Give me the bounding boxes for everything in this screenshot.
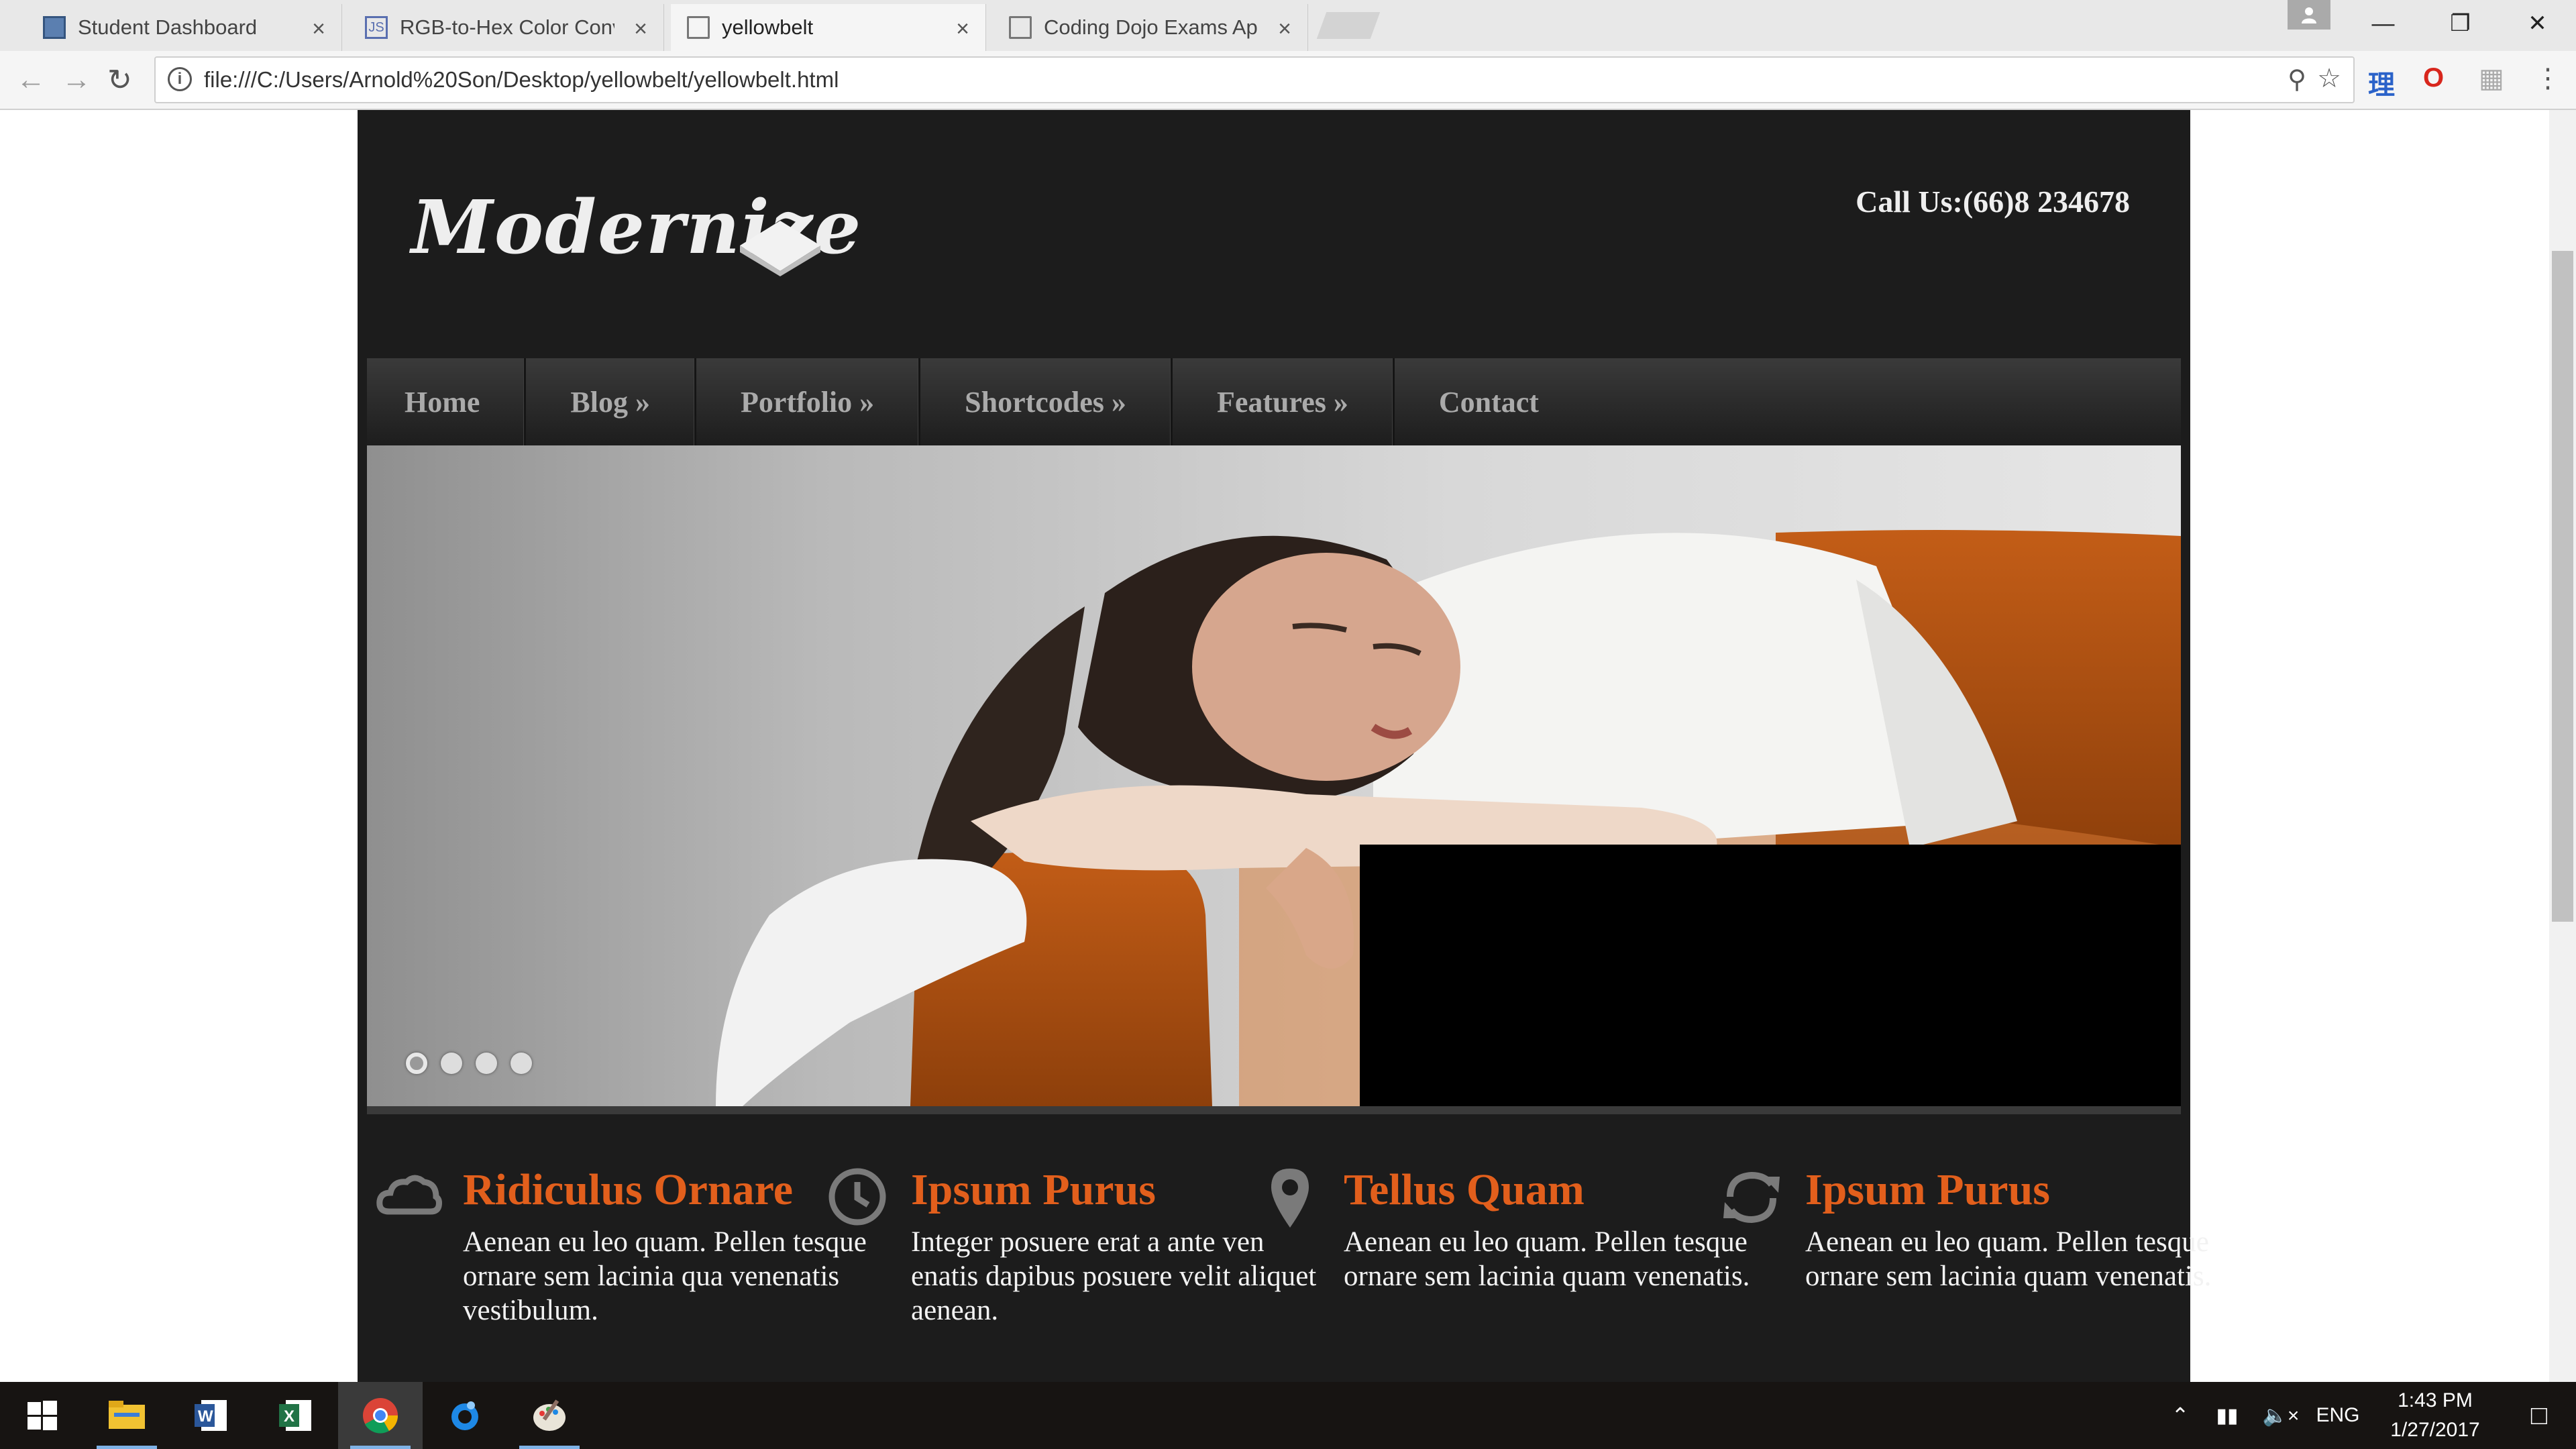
svg-text:W: W <box>198 1407 213 1426</box>
feature-text: Aenean eu leo quam. Pellen tesque ornare… <box>1344 1226 1750 1292</box>
system-tray: ⌃ ▮▮ 🔈× ENG 1:43 PM 1/27/2017 □ <box>2160 1382 2576 1449</box>
paint-icon[interactable] <box>507 1382 592 1449</box>
feature-title: Tellus Quam <box>1344 1165 1585 1214</box>
main-nav: Home Blog » Portfolio » Shortcodes » Fea… <box>367 358 2181 445</box>
bookmark-star-icon[interactable]: ☆ <box>2317 63 2341 94</box>
close-tab-icon[interactable]: × <box>956 16 969 42</box>
page-favicon-icon <box>687 16 710 39</box>
extension-translate-icon[interactable]: 理 <box>2368 63 2395 102</box>
pdf-extension-icon[interactable]: ▦ <box>2479 63 2504 94</box>
map-pin-icon <box>1271 1169 1309 1228</box>
feature-text: Integer posuere erat a ante ven enatis d… <box>911 1226 1317 1326</box>
clock-date: 1/27/2017 <box>2390 1419 2480 1441</box>
site-container: Modernize Call Us:(66)8 234678 Home Blog… <box>358 110 2211 1382</box>
back-icon[interactable]: ← <box>16 63 46 97</box>
scrollbar-thumb[interactable] <box>2552 251 2573 922</box>
phone-number: Call Us:(66)8 234678 <box>1856 184 2130 219</box>
feature-text: Aenean eu leo quam. Pellen tesque ornare… <box>1805 1226 2212 1292</box>
tab-title: Student Dashboard <box>78 15 258 39</box>
notification-icon[interactable]: □ <box>2502 1401 2576 1431</box>
slider-bottom-bar <box>367 1106 2181 1114</box>
opera-extension-icon[interactable]: O <box>2423 63 2444 93</box>
close-tab-icon[interactable]: × <box>1278 16 1291 42</box>
feature-text: Aenean eu leo quam. Pellen tesque ornare… <box>463 1226 867 1326</box>
slide-caption-box <box>1360 845 2181 1106</box>
address-bar[interactable]: i file:///C:/Users/Arnold%20Son/Desktop/… <box>154 56 2355 103</box>
nav-contact[interactable]: Contact <box>1395 358 1583 445</box>
tab-title: RGB-to-Hex Color Conve <box>400 15 614 39</box>
chrome-icon[interactable] <box>338 1382 423 1449</box>
browser-tab-strip: Student Dashboard × JS RGB-to-Hex Color … <box>0 0 2576 51</box>
slider-dot-2[interactable] <box>441 1053 462 1074</box>
nav-features[interactable]: Features » <box>1173 358 1395 445</box>
excel-icon[interactable]: X <box>254 1382 338 1449</box>
new-tab-button[interactable] <box>1316 12 1381 39</box>
zoom-icon[interactable]: ⚲ <box>2288 64 2306 95</box>
close-tab-icon[interactable]: × <box>312 16 325 42</box>
chevron-up-icon[interactable]: ⌃ <box>2160 1403 2200 1428</box>
nav-blog[interactable]: Blog » <box>526 358 696 445</box>
url-text: file:///C:/Users/Arnold%20Son/Desktop/ye… <box>204 67 839 92</box>
minimize-icon[interactable]: — <box>2345 0 2422 47</box>
file-explorer-icon[interactable] <box>85 1382 169 1449</box>
feature-title: Ipsum Purus <box>1805 1165 2050 1214</box>
windows-taskbar: W X ⌃ ▮▮ 🔈× ENG 1:43 PM 1/27/2017 □ <box>0 1382 2576 1449</box>
tab-student-dashboard[interactable]: Student Dashboard × <box>27 4 342 51</box>
word-icon[interactable]: W <box>169 1382 254 1449</box>
language-indicator[interactable]: ENG <box>2308 1404 2368 1427</box>
info-icon[interactable]: i <box>168 67 192 91</box>
restore-icon[interactable]: ❐ <box>2422 0 2499 47</box>
tab-title: Coding Dojo Exams App <box>1044 15 1258 39</box>
nav-home[interactable]: Home <box>367 358 527 445</box>
battery-icon[interactable]: ▮▮ <box>2200 1404 2254 1428</box>
tab-coding-dojo[interactable]: Coding Dojo Exams App × <box>993 4 1308 51</box>
feature-block: Tellus Quam Aenean eu leo quam. Pellen t… <box>1271 1163 1760 1293</box>
slider-dot-1[interactable] <box>406 1053 427 1074</box>
menu-icon[interactable]: ⋮ <box>2534 63 2561 94</box>
clock-icon <box>828 1168 886 1226</box>
logo-diamond-icon <box>740 221 820 276</box>
nav-portfolio[interactable]: Portfolio » <box>696 358 921 445</box>
feature-block: Ipsum Purus Aenean eu leo quam. Pellen t… <box>1723 1163 2221 1293</box>
refresh-icon <box>1723 1171 1780 1224</box>
reload-icon[interactable]: ↻ <box>107 63 132 97</box>
clock-time: 1:43 PM <box>2398 1389 2473 1411</box>
hero-slider <box>367 445 2181 1106</box>
volume-muted-icon[interactable]: 🔈× <box>2254 1404 2308 1428</box>
cloud-icon <box>376 1175 442 1215</box>
windows-start-icon[interactable] <box>0 1382 85 1449</box>
tab-rgb-to-hex[interactable]: JS RGB-to-Hex Color Conve × <box>349 4 664 51</box>
slider-dot-3[interactable] <box>476 1053 497 1074</box>
js-favicon-icon: JS <box>365 16 388 39</box>
feature-block: Ridiculus Ornare Aenean eu leo quam. Pel… <box>376 1163 879 1328</box>
forward-icon[interactable]: → <box>62 63 91 97</box>
address-toolbar: ← → ↻ i file:///C:/Users/Arnold%20Son/De… <box>0 51 2576 110</box>
app-icon[interactable] <box>423 1382 507 1449</box>
feature-title: Ridiculus Ornare <box>463 1165 794 1214</box>
slider-dot-4[interactable] <box>511 1053 532 1074</box>
student-dashboard-favicon-icon <box>43 16 66 39</box>
vertical-scrollbar[interactable] <box>2549 110 2576 1382</box>
clock[interactable]: 1:43 PM 1/27/2017 <box>2368 1386 2502 1445</box>
tab-title: yellowbelt <box>722 15 814 39</box>
close-window-icon[interactable]: ✕ <box>2499 0 2576 47</box>
window-controls: — ❐ ✕ <box>2345 0 2576 47</box>
svg-text:X: X <box>284 1407 294 1426</box>
page-viewport: Modernize Call Us:(66)8 234678 Home Blog… <box>0 110 2576 1382</box>
nav-shortcodes[interactable]: Shortcodes » <box>920 358 1173 445</box>
tab-yellowbelt[interactable]: yellowbelt × <box>671 4 986 51</box>
close-tab-icon[interactable]: × <box>634 16 647 42</box>
slider-pagination <box>406 1053 532 1074</box>
profile-icon[interactable] <box>2288 0 2330 30</box>
page-favicon-icon <box>1009 16 1032 39</box>
